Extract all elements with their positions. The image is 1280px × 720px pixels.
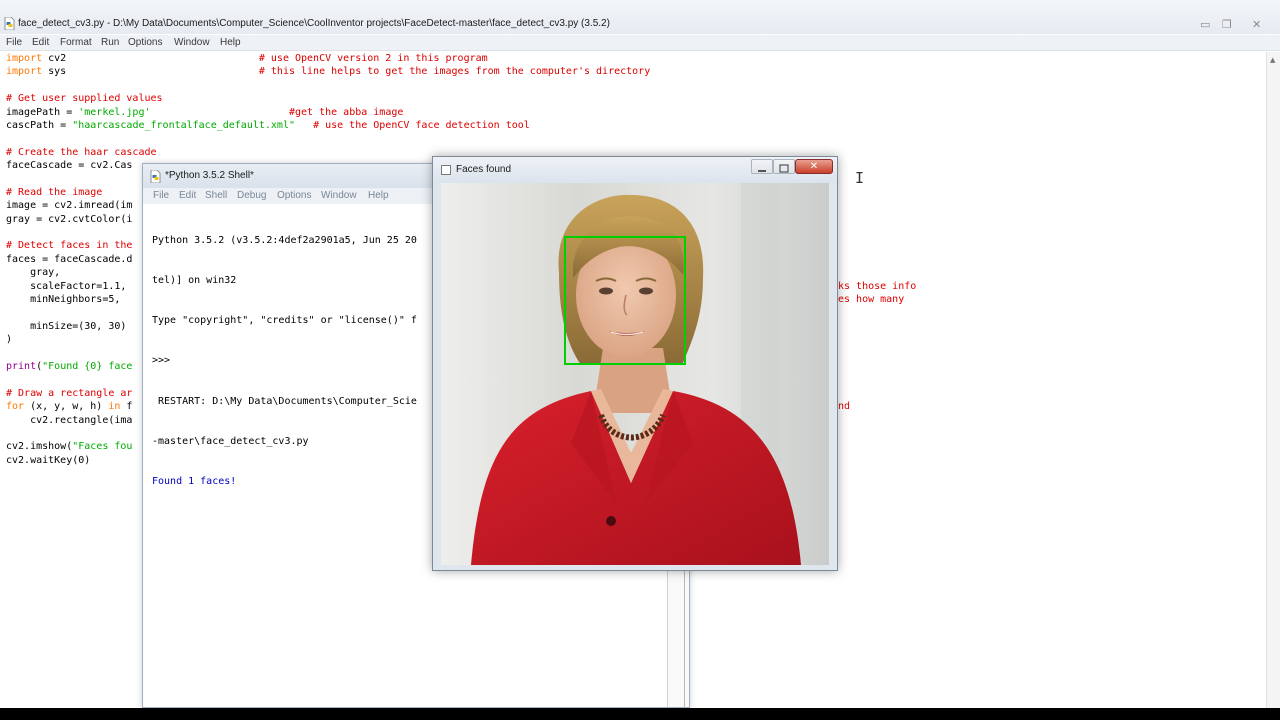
- code-token: cascPath =: [6, 119, 73, 131]
- restore-icon[interactable]: ❐: [1222, 18, 1232, 31]
- menu-edit[interactable]: Edit: [32, 37, 49, 48]
- code-token: "Faces fou: [72, 441, 133, 453]
- menu-run[interactable]: Run: [101, 37, 119, 48]
- faces-window-title: Faces found: [456, 164, 512, 175]
- code-token: in: [108, 401, 121, 413]
- code-token: sys: [42, 66, 259, 78]
- scroll-up-arrow-icon[interactable]: ▲: [1270, 56, 1275, 64]
- code-token: 'merkel.jpg': [78, 106, 151, 118]
- code-token: "Found {0} face: [42, 360, 133, 372]
- shell-menu-window[interactable]: Window: [321, 190, 357, 201]
- menu-help[interactable]: Help: [220, 37, 241, 48]
- shell-program-output: Found 1 faces!: [152, 476, 237, 488]
- editor-title-bar[interactable]: face_detect_cv3.py - D:\My Data\Document…: [0, 0, 1280, 34]
- code-token: gray = cv2.cvtColor(i: [6, 213, 133, 225]
- code-token: scaleFactor=1.1,: [6, 280, 127, 292]
- minimize-icon: [758, 170, 766, 172]
- code-token: faceCascade = cv2.Cas: [6, 160, 133, 172]
- code-token: "haarcascade_frontalface_default.xml": [72, 119, 295, 131]
- close-icon[interactable]: ✕: [1252, 18, 1261, 31]
- shell-line: Type "copyright", "credits" or "license(…: [152, 315, 417, 327]
- editor-scrollbar[interactable]: ▲: [1266, 52, 1280, 708]
- code-line: imagePath = 'merkel.jpg' #get the abba i…: [6, 106, 650, 119]
- shell-menu-debug[interactable]: Debug: [237, 190, 266, 201]
- code-token: gray,: [6, 267, 61, 279]
- face-detection-box: [564, 236, 686, 365]
- editor-window-title: face_detect_cv3.py - D:\My Data\Document…: [18, 18, 610, 29]
- shell-menu-shell[interactable]: Shell: [205, 190, 227, 201]
- code-token: minNeighbors=5,: [6, 294, 121, 306]
- editor-menu-bar: File Edit Format Run Options Window Help: [0, 35, 1280, 51]
- code-token: cv2.rectangle(ima: [6, 414, 133, 426]
- code-fragment: es how many: [838, 294, 905, 305]
- code-fragment: nd: [838, 401, 851, 412]
- close-button[interactable]: ✕: [795, 159, 833, 174]
- detected-face-photo: [441, 183, 829, 565]
- shell-menu-edit[interactable]: Edit: [179, 190, 196, 201]
- code-token: cv2.waitKey(0): [6, 454, 91, 466]
- code-token: (x, y, w, h): [24, 401, 109, 413]
- code-token: f: [120, 401, 133, 413]
- faces-found-window[interactable]: Faces found ✕: [432, 156, 838, 571]
- code-fragment: ks those info: [838, 281, 917, 292]
- code-token: image = cv2.imread(im: [6, 200, 133, 212]
- desktop-screen: face_detect_cv3.py - D:\My Data\Document…: [0, 0, 1280, 708]
- code-token: for: [6, 401, 25, 413]
- shell-window-title: *Python 3.5.2 Shell*: [165, 170, 254, 181]
- code-line: # Get user supplied values: [6, 92, 650, 105]
- python-shell-icon: [150, 170, 161, 183]
- shell-line: Python 3.5.2 (v3.5.2:4def2a2901a5, Jun 2…: [152, 234, 417, 246]
- menu-file[interactable]: File: [6, 37, 22, 48]
- shell-line: RESTART: D:\My Data\Documents\Computer_S…: [152, 395, 417, 407]
- python-file-icon: [4, 17, 15, 30]
- shell-prompt: >>>: [152, 355, 177, 367]
- bottom-black-bar: [0, 708, 1280, 720]
- code-token: ): [6, 334, 13, 346]
- shell-line: tel)] on win32: [152, 275, 237, 287]
- code-token: #get the abba image: [288, 106, 404, 118]
- maximize-icon: [779, 164, 789, 173]
- minimize-icon[interactable]: ▭: [1200, 18, 1210, 31]
- shell-output-area[interactable]: Python 3.5.2 (v3.5.2:4def2a2901a5, Jun 2…: [152, 207, 417, 515]
- code-token: import: [6, 53, 43, 64]
- code-token: minSize=(30, 30): [6, 320, 127, 332]
- code-token: # Read the image: [6, 186, 103, 198]
- code-token: # use the OpenCV face detection tool: [313, 119, 530, 131]
- shell-menu-file[interactable]: File: [153, 190, 169, 201]
- code-token: # Get user supplied values: [6, 93, 163, 105]
- code-token: cv2: [42, 53, 259, 64]
- menu-options[interactable]: Options: [128, 37, 162, 48]
- shell-menu-options[interactable]: Options: [277, 190, 311, 201]
- code-line: import sys # this line helps to get the …: [6, 65, 650, 78]
- code-token: # Draw a rectangle ar: [6, 387, 133, 399]
- code-token: # this line helps to get the images from…: [258, 66, 651, 78]
- code-token: faces = faceCascade.d: [6, 253, 133, 265]
- code-token: # use OpenCV version 2 in this program: [258, 53, 488, 64]
- window-icon: [441, 165, 451, 175]
- code-token: import: [6, 66, 43, 78]
- minimize-button[interactable]: [751, 159, 773, 174]
- maximize-button[interactable]: [773, 159, 795, 174]
- code-token: imagePath =: [6, 106, 79, 118]
- code-token: # Create the haar cascade: [6, 146, 157, 158]
- code-line: import cv2 # use OpenCV version 2 in thi…: [6, 52, 650, 65]
- code-token: # Detect faces in the: [6, 240, 133, 252]
- code-token: cv2.imshow(: [6, 441, 73, 453]
- text-cursor-icon: I: [855, 169, 865, 187]
- code-line: cascPath = "haarcascade_frontalface_defa…: [6, 119, 650, 132]
- menu-window[interactable]: Window: [174, 37, 210, 48]
- shell-menu-help[interactable]: Help: [368, 190, 389, 201]
- shell-line: -master\face_detect_cv3.py: [152, 435, 309, 447]
- faces-title-bar[interactable]: Faces found ✕: [433, 157, 837, 183]
- code-token: print: [6, 360, 37, 372]
- menu-format[interactable]: Format: [60, 37, 92, 48]
